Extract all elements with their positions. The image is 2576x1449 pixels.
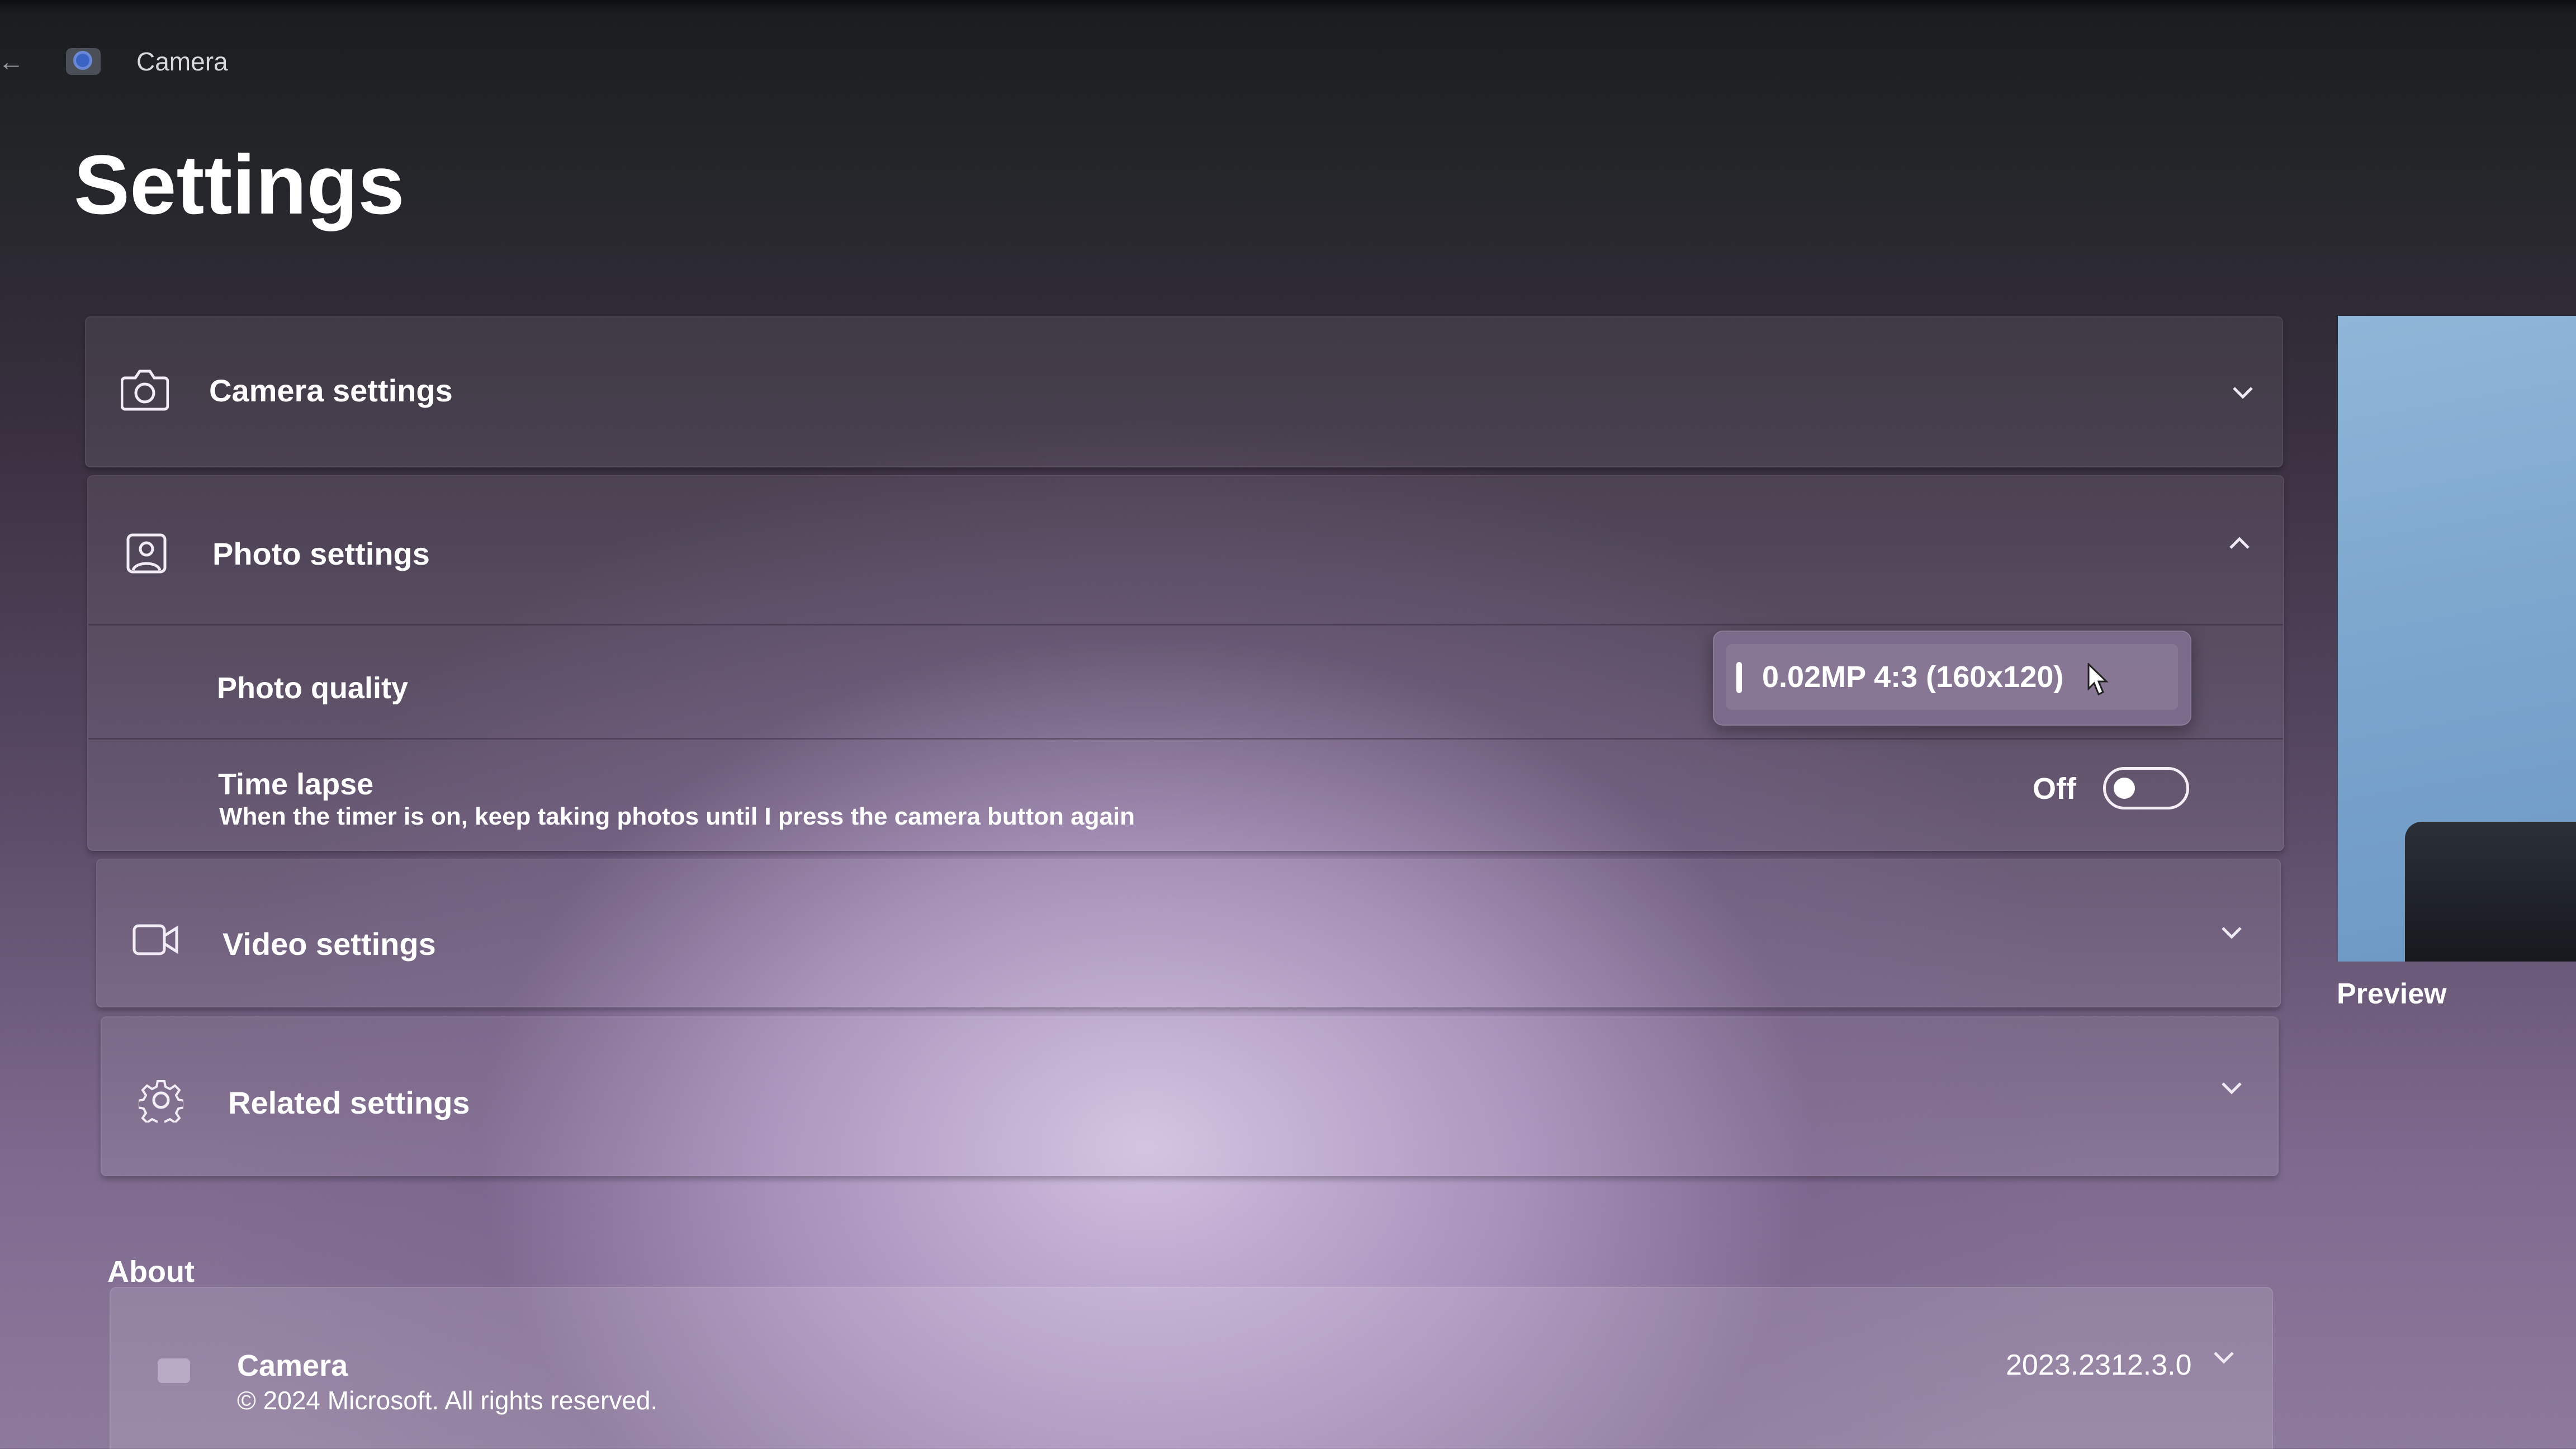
photo-quality-option-label: 0.02MP 4:3 (160x120) [1762,660,2064,694]
chevron-up-icon[interactable] [2224,528,2255,559]
time-lapse-description: When the timer is on, keep taking photos… [219,803,1135,830]
chevron-down-icon[interactable] [2216,917,2247,948]
video-icon [132,924,178,955]
about-copyright: © 2024 Microsoft. All rights reserved. [237,1386,658,1415]
row-divider [88,738,2283,740]
photo-settings-label: Photo settings [212,536,430,571]
about-card[interactable]: Camera © 2024 Microsoft. All rights rese… [110,1287,2273,1449]
related-settings-card[interactable]: Related settings [101,1016,2279,1176]
back-arrow-icon[interactable]: ← [0,39,24,84]
camera-icon [158,1358,190,1383]
preview-image-content [2405,822,2576,962]
camera-settings-label: Camera settings [209,373,453,408]
about-app-name: Camera [237,1349,348,1382]
chevron-down-icon[interactable] [2216,1072,2247,1104]
camera-preview [2338,316,2576,962]
about-heading: About [107,1255,195,1289]
camera-icon [121,370,169,411]
video-settings-card[interactable]: Video settings [96,859,2281,1007]
video-settings-label: Video settings [222,926,436,962]
time-lapse-state: Off [2033,772,2076,806]
mouse-cursor-icon [2087,663,2109,696]
preview-label: Preview [2337,978,2447,1010]
selected-indicator [1736,662,1742,693]
chevron-down-icon[interactable] [2208,1342,2239,1373]
time-lapse-label: Time lapse [218,768,374,801]
page-title: Settings [74,138,405,231]
photo-quality-dropdown[interactable]: 0.02MP 4:3 (160x120) [1713,631,2191,726]
photo-quality-label: Photo quality [217,671,408,705]
title-bar: ← Camera [0,39,671,84]
photo-icon [126,533,167,574]
camera-app-icon [66,48,101,75]
gear-icon [139,1080,183,1123]
screen-top-edge [0,0,2576,15]
chevron-down-icon[interactable] [2227,377,2258,408]
photo-quality-option[interactable]: 0.02MP 4:3 (160x120) [1726,644,2178,710]
toggle-knob [2114,778,2135,799]
time-lapse-toggle[interactable] [2103,767,2189,809]
related-settings-label: Related settings [228,1085,470,1120]
camera-settings-card[interactable]: Camera settings [85,316,2283,467]
section-divider [88,624,2283,626]
about-version: 2023.2312.3.0 [2006,1349,2192,1381]
app-name: Camera [136,47,228,76]
